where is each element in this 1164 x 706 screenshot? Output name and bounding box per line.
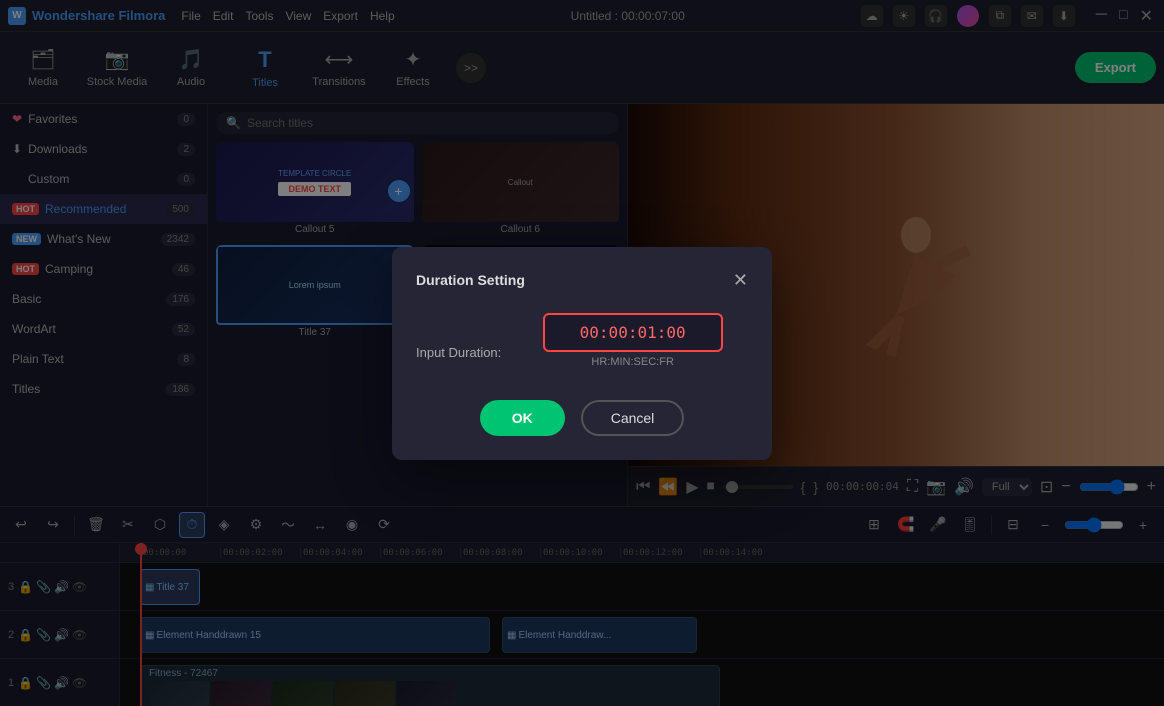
dialog-close-button[interactable]: ✕ (733, 271, 748, 289)
dialog-input-container: HR:MIN:SEC:FR (517, 313, 748, 392)
duration-input[interactable] (543, 313, 723, 352)
dialog-title: Duration Setting (416, 272, 525, 288)
duration-dialog: Duration Setting ✕ Input Duration: HR:MI… (392, 247, 772, 460)
ok-button[interactable]: OK (480, 400, 565, 436)
dialog-overlay: Duration Setting ✕ Input Duration: HR:MI… (0, 0, 1164, 706)
cancel-button[interactable]: Cancel (581, 400, 685, 436)
dialog-buttons: OK Cancel (416, 400, 748, 436)
dialog-header: Duration Setting ✕ (416, 271, 748, 289)
format-hint: HR:MIN:SEC:FR (591, 356, 674, 368)
dialog-input-row: Input Duration: HR:MIN:SEC:FR (416, 313, 748, 392)
dialog-input-label: Input Duration: (416, 345, 501, 360)
